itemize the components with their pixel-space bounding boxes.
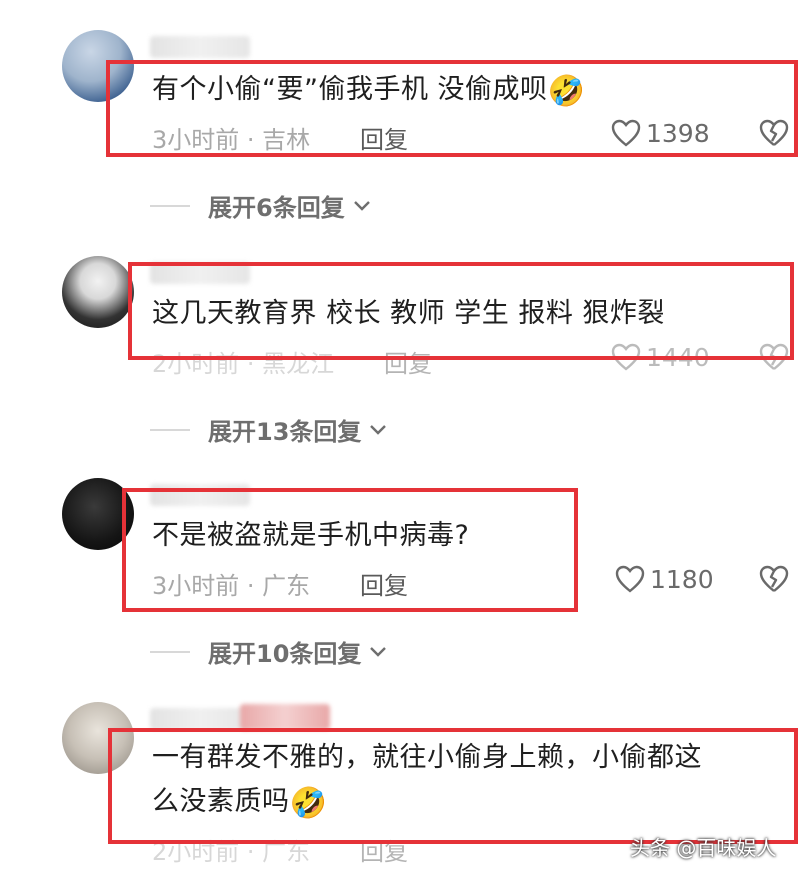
expand-replies-button[interactable]: 展开13条回复 <box>150 412 387 447</box>
username-badge-blurred <box>240 704 330 730</box>
comment-time-location: 2小时前 · 广东 <box>152 838 311 866</box>
expand-replies-label: 展开13条回复 <box>208 418 362 446</box>
comment-text: 么没素质吗🤣 <box>152 780 327 826</box>
comment-text: 一有群发不雅的，就往小偷身上赖，小偷都这 <box>152 736 702 780</box>
broken-heart-icon[interactable] <box>758 564 790 594</box>
broken-heart-icon[interactable] <box>758 118 790 148</box>
like-button[interactable]: 1180 <box>614 564 714 594</box>
expand-replies-button[interactable]: 展开10条回复 <box>150 634 387 669</box>
comment-time-location: 3小时前 · 吉林 <box>152 126 311 154</box>
heart-outline-icon <box>615 565 645 593</box>
username-blurred[interactable] <box>150 708 250 730</box>
reply-button[interactable]: 回复 <box>360 832 408 867</box>
username-blurred[interactable] <box>150 262 250 284</box>
reply-button[interactable]: 回复 <box>360 566 408 601</box>
heart-outline-icon <box>611 343 641 371</box>
divider-line <box>150 204 190 207</box>
comment-text: 这几天教育界 校长 教师 学生 报料 狠炸裂 <box>152 292 665 336</box>
like-count: 1440 <box>646 342 710 372</box>
expand-replies-button[interactable]: 展开6条回复 <box>150 188 371 223</box>
divider-line <box>150 428 190 431</box>
chevron-down-icon <box>370 646 387 657</box>
comment-time-location: 2小时前 · 黑龙江 <box>152 350 335 378</box>
like-count: 1180 <box>650 564 714 594</box>
comment-text: 不是被盗就是手机中病毒? <box>152 514 469 558</box>
reply-button[interactable]: 回复 <box>384 344 432 379</box>
username-blurred[interactable] <box>150 484 250 506</box>
like-button[interactable]: 1398 <box>610 118 710 148</box>
watermark: 头条 @百味娱人 <box>630 836 777 860</box>
avatar[interactable] <box>62 478 134 550</box>
username-blurred[interactable] <box>150 36 250 58</box>
avatar[interactable] <box>62 256 134 328</box>
comment-text: 有个小偷“要”偷我手机 没偷成呗🤣 <box>152 68 585 114</box>
reply-button[interactable]: 回复 <box>360 120 408 155</box>
avatar[interactable] <box>62 702 134 774</box>
comment-text-line-1: 一有群发不雅的，就往小偷身上赖，小偷都这 <box>152 742 702 773</box>
like-count: 1398 <box>646 118 710 148</box>
comment-text-line-2: 么没素质吗 <box>152 786 290 817</box>
comment-text-content: 这几天教育界 校长 教师 学生 报料 狠炸裂 <box>152 298 665 329</box>
comment-time-location: 3小时前 · 广东 <box>152 572 311 600</box>
expand-replies-label: 展开6条回复 <box>208 194 345 222</box>
expand-replies-label: 展开10条回复 <box>208 640 362 668</box>
chevron-down-icon <box>353 200 370 211</box>
laughing-emoji-icon: 🤣 <box>547 74 586 109</box>
comment-text-content: 不是被盗就是手机中病毒? <box>152 520 470 551</box>
comment-text-content: 有个小偷“要”偷我手机 没偷成呗 <box>152 74 548 105</box>
heart-outline-icon <box>611 119 641 147</box>
broken-heart-icon[interactable] <box>758 342 790 372</box>
laughing-emoji-icon: 🤣 <box>289 786 328 821</box>
chevron-down-icon <box>370 424 387 435</box>
divider-line <box>150 650 190 653</box>
avatar[interactable] <box>62 30 134 102</box>
like-button[interactable]: 1440 <box>610 342 710 372</box>
